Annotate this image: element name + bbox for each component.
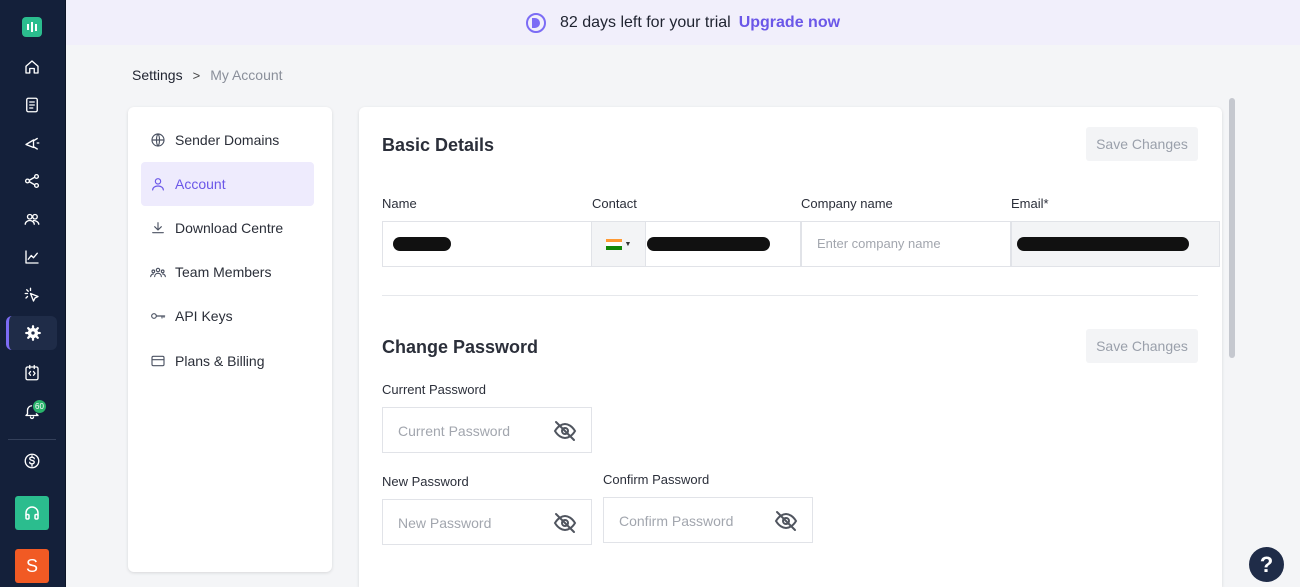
templates-icon[interactable] bbox=[12, 88, 52, 122]
chevron-down-icon: ▼ bbox=[624, 240, 632, 248]
click-tracking-icon[interactable] bbox=[12, 278, 52, 312]
redacted-value bbox=[647, 237, 770, 251]
scrollbar[interactable] bbox=[1229, 98, 1235, 358]
breadcrumb-current: My Account bbox=[210, 67, 283, 83]
user-avatar[interactable]: S bbox=[15, 549, 49, 583]
support-headset-button[interactable] bbox=[15, 496, 49, 530]
contact-label: Contact bbox=[592, 196, 637, 211]
country-code-select[interactable]: ▼ bbox=[592, 222, 646, 266]
user-icon bbox=[152, 178, 164, 191]
notifications-bell-icon[interactable] bbox=[12, 394, 52, 428]
subnav-item-label: Plans & Billing bbox=[175, 353, 265, 369]
account-settings-panel: Basic Details Save Changes Name Contact … bbox=[359, 107, 1222, 587]
change-password-save-button[interactable]: Save Changes bbox=[1086, 329, 1198, 363]
new-password-placeholder: New Password bbox=[398, 515, 492, 531]
subnav-item-download-centre[interactable]: Download Centre bbox=[141, 206, 314, 250]
rail-divider bbox=[8, 439, 56, 440]
contact-field[interactable]: ▼ bbox=[591, 221, 801, 267]
confirm-password-placeholder: Confirm Password bbox=[619, 513, 734, 529]
redacted-value bbox=[1017, 237, 1189, 251]
trial-days-text: 82 days left for your trial bbox=[559, 13, 731, 31]
card-icon bbox=[151, 355, 165, 367]
current-password-placeholder: Current Password bbox=[398, 423, 511, 439]
automation-icon[interactable] bbox=[12, 164, 52, 198]
headset-icon bbox=[25, 506, 39, 520]
name-field[interactable] bbox=[382, 221, 592, 267]
subnav-item-team-members[interactable]: Team Members bbox=[141, 250, 314, 294]
app-logo-icon[interactable] bbox=[22, 17, 42, 37]
upgrade-now-link[interactable]: Upgrade now bbox=[739, 14, 840, 32]
subnav-item-plans-billing[interactable]: Plans & Billing bbox=[141, 339, 314, 383]
confirm-password-label: Confirm Password bbox=[603, 472, 710, 487]
breadcrumb-settings-link[interactable]: Settings bbox=[132, 67, 183, 83]
billing-dollar-icon[interactable] bbox=[12, 444, 52, 478]
current-password-label: Current Password bbox=[382, 382, 487, 397]
help-button[interactable]: ? bbox=[1249, 547, 1284, 582]
email-field bbox=[1011, 221, 1220, 267]
new-password-label: New Password bbox=[382, 474, 469, 489]
redacted-value bbox=[393, 237, 451, 251]
basic-details-title: Basic Details bbox=[382, 135, 495, 155]
campaigns-icon[interactable] bbox=[12, 126, 52, 160]
contacts-icon[interactable] bbox=[12, 202, 52, 236]
subnav-item-account[interactable]: Account bbox=[141, 162, 314, 206]
subnav-item-label: Sender Domains bbox=[175, 132, 280, 148]
subnav-item-api-keys[interactable]: API Keys bbox=[141, 294, 314, 338]
code-editor-icon[interactable] bbox=[12, 356, 52, 390]
current-password-input[interactable]: Current Password bbox=[382, 407, 592, 453]
india-flag-icon bbox=[605, 238, 622, 250]
email-label: Email* bbox=[1011, 196, 1049, 211]
breadcrumb-separator: > bbox=[192, 67, 201, 83]
change-password-title: Change Password bbox=[382, 337, 539, 357]
home-icon[interactable] bbox=[12, 50, 52, 84]
subnav-item-label: Download Centre bbox=[175, 220, 284, 236]
eye-off-icon[interactable] bbox=[553, 420, 577, 442]
trial-banner: 82 days left for your trial Upgrade now bbox=[66, 0, 1300, 45]
settings-subnav: Sender Domains Account Download Centre T… bbox=[128, 107, 332, 572]
subnav-item-sender-domains[interactable]: Sender Domains bbox=[141, 118, 314, 162]
globe-icon bbox=[151, 133, 165, 147]
analytics-icon[interactable] bbox=[12, 240, 52, 274]
new-password-input[interactable]: New Password bbox=[382, 499, 592, 545]
section-divider bbox=[382, 295, 1198, 296]
subnav-item-label: Account bbox=[175, 176, 226, 192]
trial-timer-icon bbox=[525, 12, 546, 33]
company-name-placeholder: Enter company name bbox=[817, 236, 941, 251]
basic-details-save-button[interactable]: Save Changes bbox=[1086, 127, 1198, 161]
subnav-item-label: API Keys bbox=[175, 308, 233, 324]
team-icon bbox=[150, 267, 166, 278]
company-name-input[interactable]: Enter company name bbox=[801, 221, 1011, 267]
notification-count-badge: 60 bbox=[32, 399, 47, 414]
eye-off-icon[interactable] bbox=[774, 510, 798, 532]
subnav-item-label: Team Members bbox=[175, 264, 272, 280]
download-icon bbox=[152, 222, 164, 234]
eye-off-icon[interactable] bbox=[553, 512, 577, 534]
confirm-password-input[interactable]: Confirm Password bbox=[603, 497, 813, 543]
name-label: Name bbox=[382, 196, 417, 211]
key-icon bbox=[151, 313, 166, 319]
icon-rail: 60 S bbox=[0, 0, 66, 587]
settings-icon[interactable] bbox=[6, 316, 57, 350]
company-name-label: Company name bbox=[801, 196, 893, 211]
breadcrumb: Settings > My Account bbox=[132, 67, 283, 83]
